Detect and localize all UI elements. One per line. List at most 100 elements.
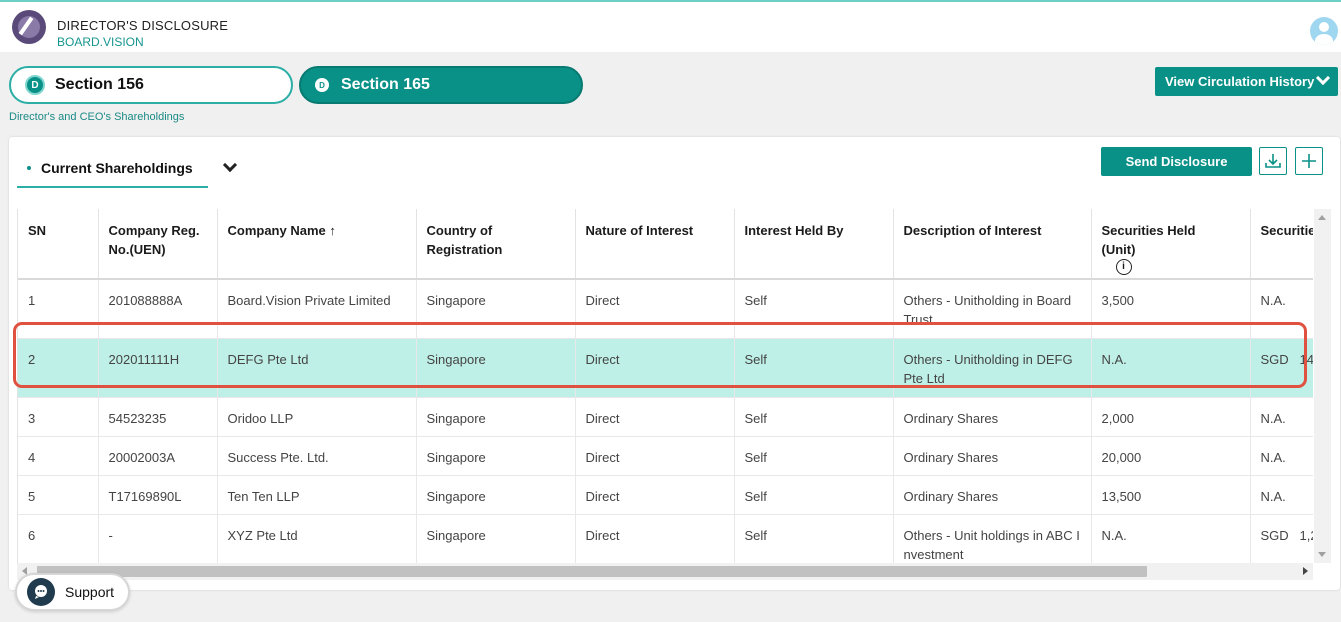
cell-description: Ordinary Shares bbox=[893, 475, 1092, 515]
table-row[interactable]: 4 20002003A Success Pte. Ltd. Singapore … bbox=[18, 436, 1313, 476]
horizontal-scrollbar[interactable] bbox=[17, 563, 1313, 580]
cell-securities-held: N.A. bbox=[1091, 338, 1251, 398]
column-header-company-name[interactable]: Company Name ↑ bbox=[217, 209, 417, 280]
plus-icon bbox=[1302, 154, 1316, 168]
cell-description: Others - Unit holdings in ABC Investment bbox=[893, 514, 1092, 563]
tab-section-165-label: Section 165 bbox=[341, 76, 430, 93]
cell-reg-no: 54523235 bbox=[98, 397, 218, 437]
app-title: DIRECTOR'S DISCLOSURE bbox=[57, 18, 229, 33]
cell-nature: Direct bbox=[575, 279, 735, 339]
scroll-up-icon[interactable] bbox=[1318, 215, 1326, 220]
cell-company-name: Ten Ten LLP bbox=[217, 475, 417, 515]
app-subtitle: BOARD.VISION bbox=[57, 35, 144, 49]
table-row[interactable]: 6 - XYZ Pte Ltd Singapore Direct Self Ot… bbox=[18, 514, 1313, 563]
tab-current-shareholdings-label: Current Shareholdings bbox=[41, 160, 193, 176]
cell-company-name: XYZ Pte Ltd bbox=[217, 514, 417, 563]
cell-securities-held: N.A. bbox=[1091, 514, 1251, 563]
info-icon[interactable]: i bbox=[1115, 259, 1132, 275]
chat-icon bbox=[27, 578, 55, 606]
vertical-scrollbar[interactable] bbox=[1314, 209, 1331, 563]
table-row[interactable]: 1 201088888A Board.Vision Private Limite… bbox=[18, 279, 1313, 339]
cell-nature: Direct bbox=[575, 475, 735, 515]
cell-held-by: Self bbox=[734, 397, 894, 437]
download-button[interactable] bbox=[1259, 147, 1287, 175]
cell-held-by: Self bbox=[734, 436, 894, 476]
bullet-icon bbox=[27, 166, 31, 170]
cell-nature: Direct bbox=[575, 514, 735, 563]
tab-current-shareholdings[interactable]: Current Shareholdings bbox=[17, 150, 208, 188]
table-row[interactable]: 3 54523235 Oridoo LLP Singapore Direct S… bbox=[18, 397, 1313, 437]
cell-sn: 6 bbox=[18, 514, 99, 563]
cell-held-by: Self bbox=[734, 279, 894, 339]
cell-securities-held: 2,000 bbox=[1091, 397, 1251, 437]
chevron-down-icon bbox=[1315, 70, 1331, 86]
column-header-held-by[interactable]: Interest Held By bbox=[734, 209, 894, 280]
section-subcaption: Director's and CEO's Shareholdings bbox=[9, 111, 185, 123]
column-header-nature[interactable]: Nature of Interest bbox=[575, 209, 735, 280]
cell-description: Ordinary Shares bbox=[893, 397, 1092, 437]
support-button[interactable]: Support bbox=[15, 573, 130, 611]
cell-securities-held: 13,500 bbox=[1091, 475, 1251, 515]
cell-description: Others - Unitholding in Board Trust bbox=[893, 279, 1092, 339]
send-disclosure-button[interactable]: Send Disclosure bbox=[1101, 147, 1252, 176]
cell-securities: N.A. bbox=[1250, 397, 1313, 437]
cell-company-name: Success Pte. Ltd. bbox=[217, 436, 417, 476]
download-icon bbox=[1265, 154, 1281, 168]
table-row[interactable]: 5 T17169890L Ten Ten LLP Singapore Direc… bbox=[18, 475, 1313, 515]
cell-securities: SGD 1,20 bbox=[1250, 514, 1313, 563]
cell-sn: 5 bbox=[18, 475, 99, 515]
column-header-securities-held[interactable]: Securities Held (Unit)i bbox=[1091, 209, 1251, 280]
cell-sn: 4 bbox=[18, 436, 99, 476]
scroll-down-icon[interactable] bbox=[1318, 552, 1326, 557]
app-logo[interactable] bbox=[12, 10, 46, 44]
column-header-company-reg[interactable]: Company Reg. No.(UEN) bbox=[98, 209, 218, 280]
cell-reg-no: T17169890L bbox=[98, 475, 218, 515]
cell-country: Singapore bbox=[416, 475, 576, 515]
cell-country: Singapore bbox=[416, 338, 576, 398]
cell-nature: Direct bbox=[575, 338, 735, 398]
cell-country: Singapore bbox=[416, 279, 576, 339]
cell-securities-held: 20,000 bbox=[1091, 436, 1251, 476]
view-circulation-history-button[interactable]: View Circulation History bbox=[1155, 67, 1338, 96]
cell-description: Ordinary Shares bbox=[893, 436, 1092, 476]
cell-reg-no: 202011111H bbox=[98, 338, 218, 398]
table-header-row: SN Company Reg. No.(UEN) Company Name ↑ … bbox=[18, 209, 1313, 280]
user-avatar[interactable] bbox=[1310, 17, 1338, 45]
cell-nature: Direct bbox=[575, 436, 735, 476]
tab-section-165[interactable]: D Section 165 bbox=[299, 66, 583, 104]
view-circulation-history-label: View Circulation History bbox=[1165, 74, 1315, 89]
cell-securities: SGD 14,5 bbox=[1250, 338, 1313, 398]
cell-country: Singapore bbox=[416, 397, 576, 437]
cell-nature: Direct bbox=[575, 397, 735, 437]
table-row-selected[interactable]: 2 202011111H DEFG Pte Ltd Singapore Dire… bbox=[18, 338, 1313, 398]
cell-securities: N.A. bbox=[1250, 279, 1313, 339]
cell-company-name: Board.Vision Private Limited bbox=[217, 279, 417, 339]
column-header-securities[interactable]: Securities bbox=[1250, 209, 1313, 280]
tab-section-156[interactable]: D Section 156 bbox=[9, 66, 293, 104]
section-badge-icon: D bbox=[25, 75, 45, 95]
cell-company-name: DEFG Pte Ltd bbox=[217, 338, 417, 398]
tab-section-156-label: Section 156 bbox=[55, 76, 144, 93]
cell-held-by: Self bbox=[734, 475, 894, 515]
sort-ascending-icon[interactable]: ↑ bbox=[329, 223, 336, 238]
cell-reg-no: 201088888A bbox=[98, 279, 218, 339]
cell-sn: 2 bbox=[18, 338, 99, 398]
shareholdings-table: SN Company Reg. No.(UEN) Company Name ↑ … bbox=[18, 209, 1313, 563]
cell-reg-no: 20002003A bbox=[98, 436, 218, 476]
cell-securities: N.A. bbox=[1250, 475, 1313, 515]
cell-description: Others - Unitholding in DEFG Pte Ltd bbox=[893, 338, 1092, 398]
cell-reg-no: - bbox=[98, 514, 218, 563]
cell-country: Singapore bbox=[416, 514, 576, 563]
scroll-right-icon[interactable] bbox=[1303, 567, 1308, 575]
cell-company-name: Oridoo LLP bbox=[217, 397, 417, 437]
cell-country: Singapore bbox=[416, 436, 576, 476]
app-header: DIRECTOR'S DISCLOSURE BOARD.VISION bbox=[0, 2, 1341, 52]
add-button[interactable] bbox=[1295, 147, 1323, 175]
column-header-country[interactable]: Country of Registration bbox=[416, 209, 576, 280]
column-header-sn[interactable]: SN bbox=[18, 209, 99, 280]
cell-securities: N.A. bbox=[1250, 436, 1313, 476]
horizontal-scroll-thumb[interactable] bbox=[37, 566, 1147, 577]
column-header-description[interactable]: Description of Interest bbox=[893, 209, 1092, 280]
cell-held-by: Self bbox=[734, 338, 894, 398]
section-badge-icon: D bbox=[315, 78, 329, 92]
